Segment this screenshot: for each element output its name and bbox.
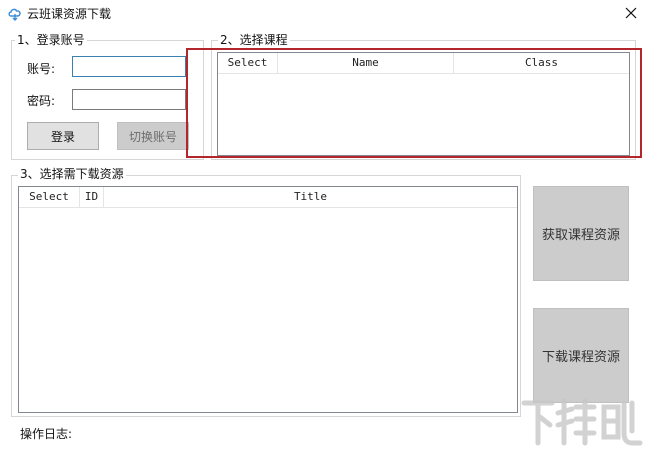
resources-group-title: 3、选择需下载资源 (18, 167, 126, 181)
resources-col-select[interactable]: Select (19, 187, 80, 207)
close-button[interactable] (614, 0, 647, 26)
resources-grid[interactable]: Select ID Title (18, 186, 518, 413)
watermark-logo (518, 393, 644, 450)
fetch-resources-button[interactable]: 获取课程资源 (533, 186, 629, 281)
resources-grid-header: Select ID Title (19, 187, 517, 208)
account-input[interactable] (72, 56, 186, 77)
log-label: 操作日志: (20, 427, 73, 441)
highlight-box (186, 48, 642, 158)
app-cloud-icon (7, 5, 23, 21)
resources-col-id[interactable]: ID (80, 187, 104, 207)
switch-account-button[interactable]: 切换账号 (117, 122, 189, 150)
password-label: 密码: (27, 94, 56, 108)
password-input[interactable] (72, 89, 186, 110)
download-resources-button[interactable]: 下载课程资源 (533, 308, 629, 403)
login-button[interactable]: 登录 (27, 122, 99, 150)
login-group-title: 1、登录账号 (15, 33, 87, 47)
close-icon (625, 7, 636, 19)
courses-group-title: 2、选择课程 (218, 33, 290, 47)
window-title: 云班课资源下载 (27, 7, 112, 21)
resources-col-title[interactable]: Title (104, 187, 517, 207)
account-label: 账号: (27, 62, 56, 76)
